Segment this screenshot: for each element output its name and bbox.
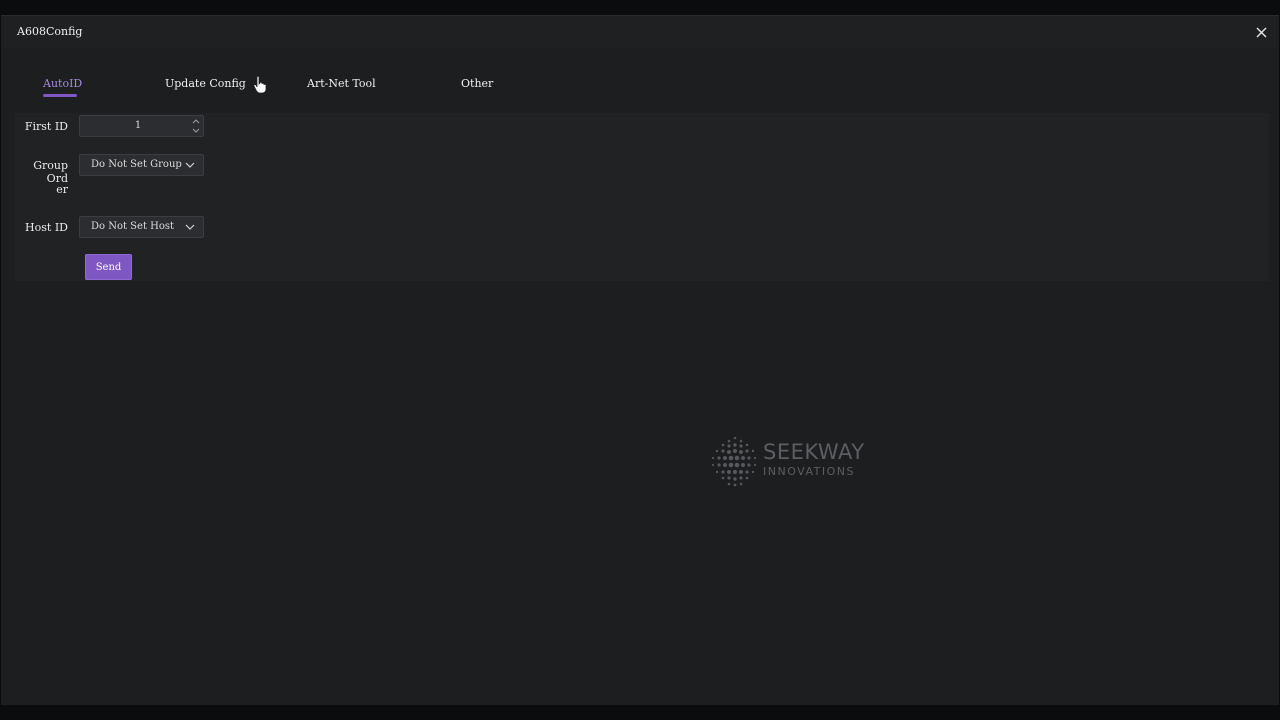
spin-arrows-icon[interactable]: [191, 117, 201, 135]
seekway-logo: SEEKWAY INNOVATIONS: [709, 434, 879, 490]
window-title: A608Config: [17, 25, 83, 38]
tab-bar: AutoID Update Config Art-Net Tool Other: [1, 72, 1279, 112]
close-button[interactable]: [1251, 22, 1271, 42]
send-button[interactable]: Send: [85, 254, 132, 280]
host-id-value: Do Not Set Host: [91, 221, 175, 232]
host-id-label: Host ID: [25, 221, 68, 234]
title-bar: A608Config: [1, 16, 1279, 48]
group-order-select[interactable]: Do Not Set Group: [79, 154, 204, 176]
tab-art-net-tool[interactable]: Art-Net Tool: [307, 77, 376, 90]
active-tab-indicator: [43, 94, 77, 97]
app-window: A608Config AutoID Update Config Art-Net …: [1, 15, 1279, 705]
first-id-spinbox[interactable]: 1: [79, 115, 204, 137]
autoid-panel: [15, 113, 1269, 281]
hand-cursor-icon: [253, 76, 267, 94]
logo-dots-icon: [711, 436, 757, 487]
group-order-value: Do Not Set Group: [91, 159, 182, 170]
tab-autoid[interactable]: AutoID: [43, 77, 82, 90]
chevron-down-icon: [185, 162, 195, 168]
first-id-label: First ID: [24, 120, 68, 133]
group-order-label: Group Ord: [33, 159, 68, 185]
chevron-down-icon: [185, 224, 195, 230]
close-icon: [1256, 27, 1266, 37]
logo-text-seekway: SEEKWAY: [763, 440, 865, 464]
tab-other[interactable]: Other: [461, 77, 493, 90]
first-id-value: 1: [134, 120, 142, 131]
tab-update-config[interactable]: Update Config: [165, 77, 246, 90]
host-id-select[interactable]: Do Not Set Host: [79, 216, 204, 238]
group-order-label-wrap: er: [56, 183, 68, 196]
logo-text-innovations: INNOVATIONS: [763, 465, 855, 478]
